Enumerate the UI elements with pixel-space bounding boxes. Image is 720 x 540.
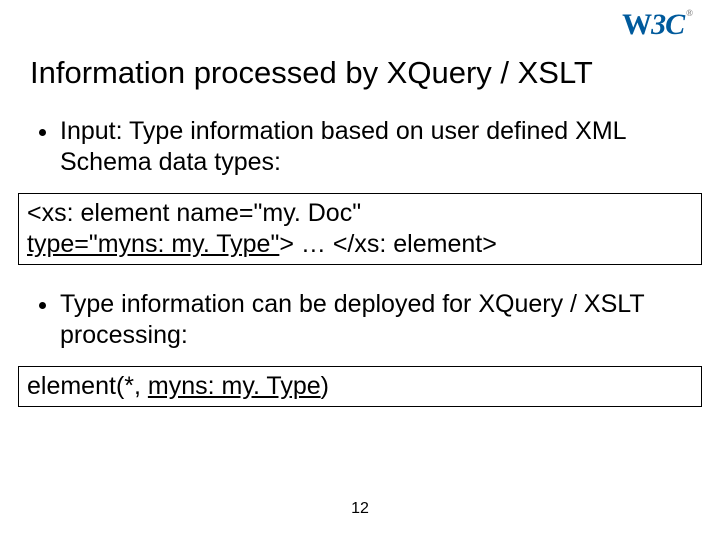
bullet-list-2: Type information can be deployed for XQu… bbox=[18, 289, 702, 352]
bullet-item: Type information can be deployed for XQu… bbox=[60, 289, 702, 352]
underlined-text: Type information bbox=[60, 290, 245, 318]
code-text: element(*, bbox=[27, 372, 148, 400]
w3c-logo: W3C® bbox=[622, 8, 692, 42]
bullet-item: Input: Type information based on user de… bbox=[60, 116, 702, 179]
code-underlined: myns: my. Type bbox=[148, 372, 321, 400]
registered-mark: ® bbox=[686, 8, 692, 18]
code-box-1: <xs: element name="my. Doc" type="myns: … bbox=[18, 193, 702, 266]
bullet-list-1: Input: Type information based on user de… bbox=[18, 116, 702, 179]
page-number: 12 bbox=[0, 500, 720, 518]
slide-content: Input: Type information based on user de… bbox=[0, 116, 720, 407]
code-line: <xs: element name="my. Doc" bbox=[27, 198, 693, 229]
code-box-2: element(*, myns: my. Type) bbox=[18, 366, 702, 407]
slide-title: Information processed by XQuery / XSLT bbox=[0, 0, 720, 116]
code-underlined: type="myns: my. Type" bbox=[27, 230, 279, 258]
code-text: > … </xs: element> bbox=[279, 230, 496, 258]
code-text: ) bbox=[321, 372, 329, 400]
code-line: type="myns: my. Type"> … </xs: element> bbox=[27, 229, 693, 260]
